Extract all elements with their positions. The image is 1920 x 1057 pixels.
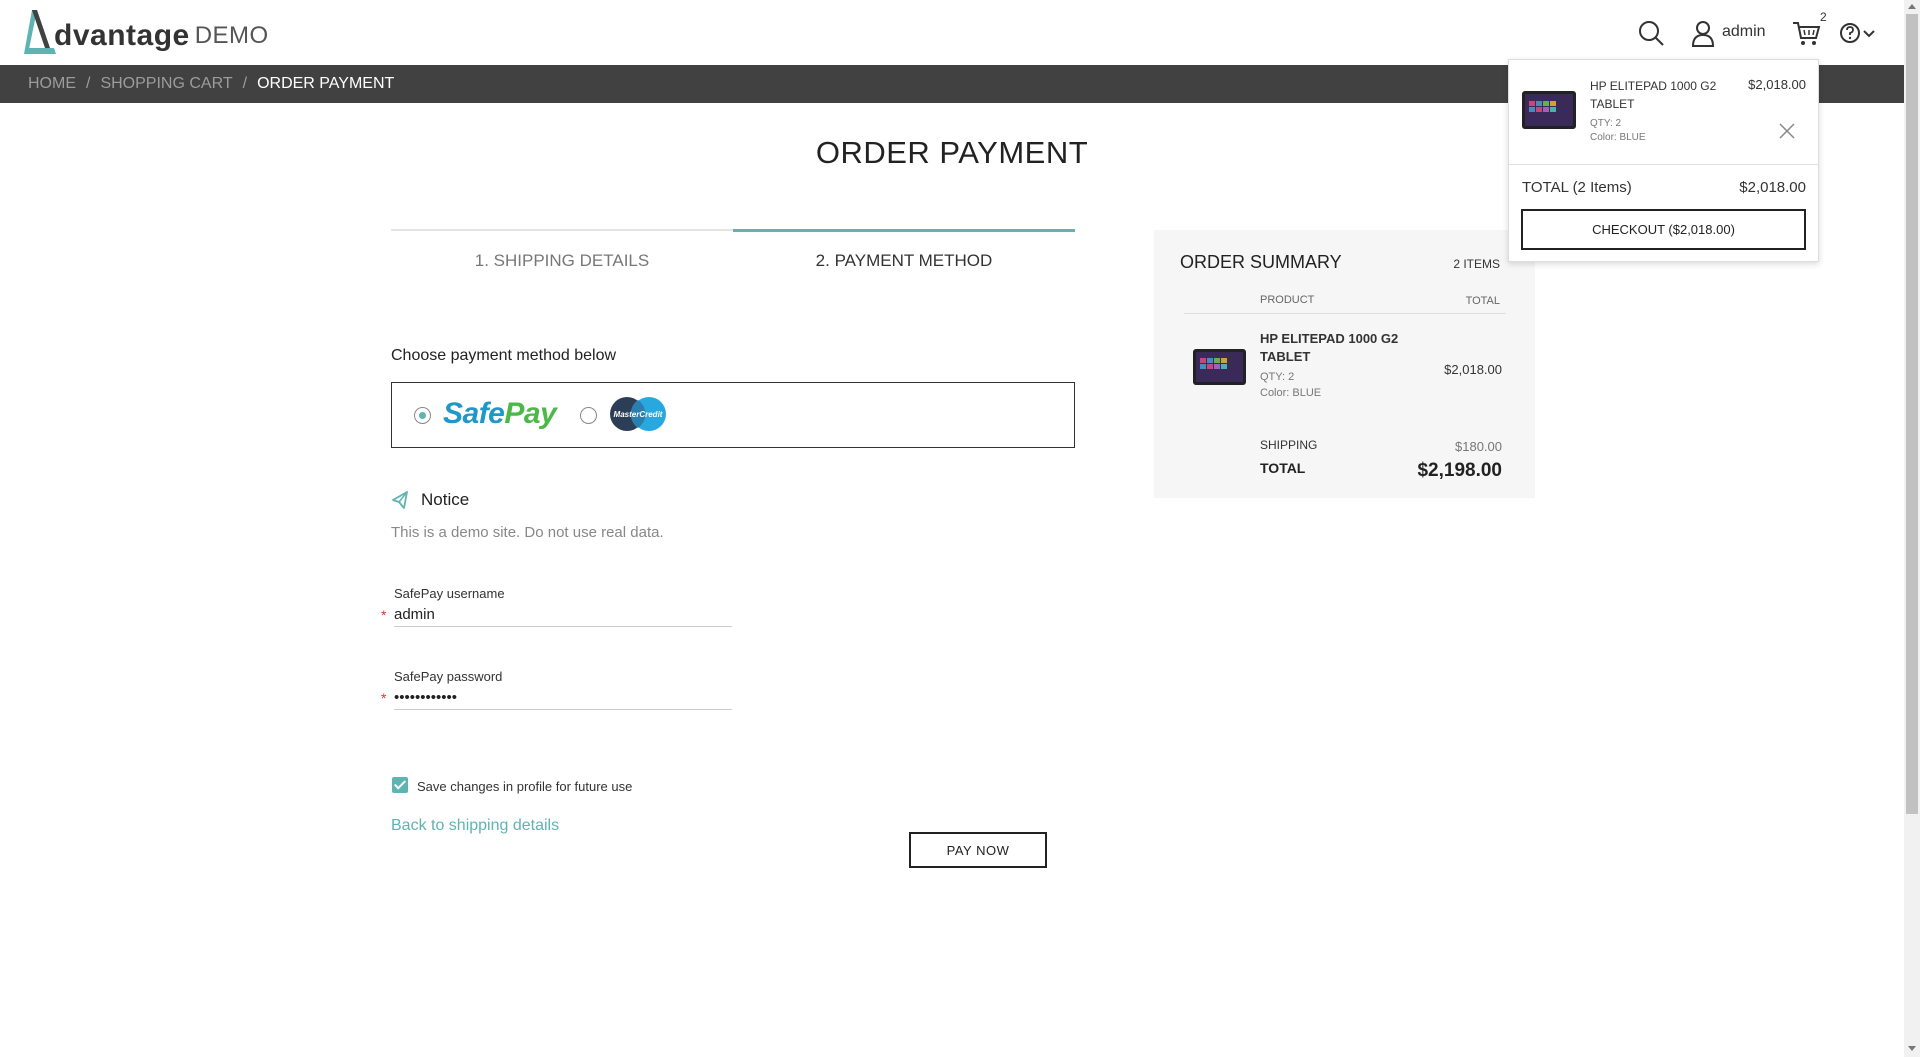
scroll-up-arrow[interactable]	[1908, 4, 1916, 9]
safepay-logo-part2: Pay	[504, 397, 557, 430]
save-profile-checkbox[interactable]	[392, 777, 408, 793]
payment-method-box: SafePay MasterCredit	[391, 382, 1075, 448]
logo[interactable]: dvantage DEMO	[22, 8, 269, 56]
order-summary-title: ORDER SUMMARY	[1180, 252, 1342, 272]
product-price: $2,018.00	[1444, 362, 1502, 377]
header: dvantage DEMO admin 2	[0, 0, 1904, 65]
cart-total-value: $2,018.00	[1739, 179, 1806, 196]
total-value: $2,198.00	[1417, 460, 1502, 481]
search-icon[interactable]	[1636, 18, 1666, 48]
step-payment-method[interactable]: 2. PAYMENT METHOD	[733, 229, 1075, 273]
cart-product-color: Color: BLUE	[1590, 132, 1646, 143]
logo-a-icon	[24, 10, 56, 54]
notice-icon	[392, 491, 408, 509]
chevron-down-icon[interactable]	[1862, 18, 1876, 48]
choose-payment-label: Choose payment method below	[391, 347, 617, 364]
shipping-label: SHIPPING	[1260, 438, 1318, 452]
breadcrumb-shopping-cart[interactable]: SHOPPING CART	[100, 75, 232, 93]
notice-title: Notice	[421, 490, 470, 509]
notice-text: This is a demo site. Do not use real dat…	[391, 524, 664, 541]
cart-product-thumbnail[interactable]	[1521, 90, 1577, 130]
scroll-down-arrow[interactable]	[1908, 1046, 1916, 1051]
cart-product-qty: QTY: 2	[1590, 118, 1622, 129]
step-shipping-details[interactable]: 1. SHIPPING DETAILS	[391, 231, 733, 273]
order-summary: ORDER SUMMARY 2 ITEMS PRODUCT TOTAL HP E…	[1154, 230, 1535, 498]
shipping-value: $180.00	[1455, 439, 1502, 454]
mastercredit-logo-text: MasterCredit	[614, 410, 663, 419]
scrollbar-thumb[interactable]	[1906, 14, 1918, 814]
pay-now-button[interactable]: PAY NOW	[909, 832, 1047, 868]
close-icon[interactable]	[1778, 122, 1796, 140]
product-color: Color: BLUE	[1260, 387, 1322, 399]
user-icon[interactable]	[1688, 18, 1718, 48]
safepay-username-label: SafePay username	[394, 586, 505, 601]
scrollbar[interactable]	[1904, 0, 1920, 1057]
back-to-shipping-link[interactable]: Back to shipping details	[391, 817, 559, 835]
cart-product-name[interactable]: HP ELITEPAD 1000 G2 TABLET	[1590, 77, 1730, 113]
product-name[interactable]: HP ELITEPAD 1000 G2 TABLET	[1260, 330, 1410, 366]
cart-dropdown: HP ELITEPAD 1000 G2 TABLET QTY: 2 Color:…	[1508, 59, 1819, 262]
col-product-header: PRODUCT	[1260, 294, 1315, 306]
order-payment-page: dvantage DEMO admin 2 HOME / SHOPPING CA…	[0, 0, 1920, 1057]
cart-total-label: TOTAL (2 Items)	[1522, 179, 1632, 196]
cart-icon[interactable]	[1791, 18, 1821, 48]
save-profile-label[interactable]: Save changes in profile for future use	[417, 779, 632, 794]
breadcrumb-current: ORDER PAYMENT	[257, 75, 395, 92]
user-name-label[interactable]: admin	[1722, 23, 1766, 41]
required-marker: *	[381, 690, 387, 706]
col-total-header: TOTAL	[1465, 295, 1500, 307]
required-marker: *	[381, 607, 387, 623]
breadcrumb-separator: /	[86, 75, 91, 92]
total-label: TOTAL	[1260, 460, 1306, 476]
order-summary-header: PRODUCT TOTAL	[1184, 294, 1506, 314]
breadcrumb-home[interactable]: HOME	[28, 75, 76, 93]
safepay-logo[interactable]: SafePay	[443, 397, 557, 431]
cart-product-price: $2,018.00	[1748, 77, 1806, 92]
breadcrumb-separator: /	[242, 75, 248, 92]
cart-count-badge: 2	[1820, 10, 1827, 24]
order-summary-count: 2 ITEMS	[1453, 257, 1500, 271]
product-thumbnail[interactable]	[1192, 348, 1247, 386]
logo-word: dvantage	[54, 19, 190, 52]
safepay-logo-part1: Safe	[443, 397, 505, 430]
checkout-steps: 1. SHIPPING DETAILS 2. PAYMENT METHOD	[391, 229, 1075, 273]
safepay-password-input[interactable]	[394, 686, 732, 710]
checkout-button[interactable]: CHECKOUT ($2,018.00)	[1521, 209, 1806, 250]
safepay-radio[interactable]	[414, 407, 431, 424]
product-qty: QTY: 2	[1260, 371, 1295, 383]
safepay-username-input[interactable]	[394, 603, 732, 627]
logo-demo: DEMO	[194, 22, 269, 49]
divider	[1509, 164, 1818, 165]
notice-header: Notice	[391, 490, 469, 510]
mastercredit-logo[interactable]: MasterCredit	[609, 396, 667, 432]
safepay-password-label: SafePay password	[394, 669, 503, 684]
mastercredit-radio[interactable]	[580, 407, 597, 424]
